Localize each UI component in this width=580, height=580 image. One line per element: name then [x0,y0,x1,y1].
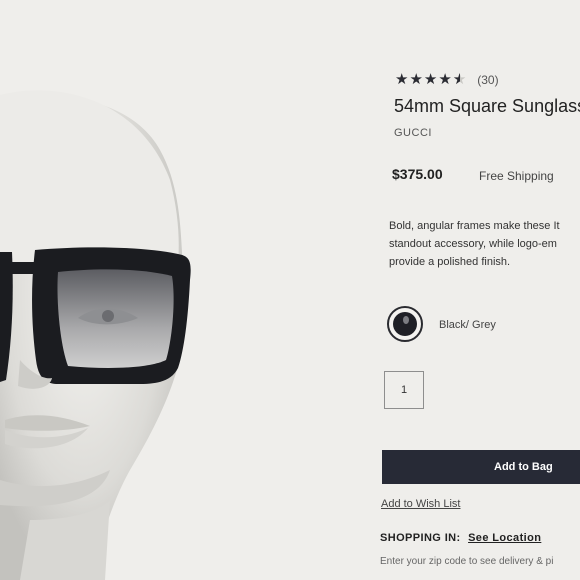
product-price: $375.00 [392,166,443,182]
review-count-link[interactable]: (30) [477,73,498,87]
shipping-location-label: SHOPPING IN: [380,532,461,544]
zip-code-hint: Enter your zip code to see delivery & pi [380,556,554,567]
add-to-wishlist-link[interactable]: Add to Wish List [381,498,460,510]
rating-row[interactable]: ★ ★ ★ ★ ★ (30) [395,71,499,89]
mannequin-illustration [0,0,370,580]
description-line: standout accessory, while logo-em [389,238,557,250]
shipping-info: Free Shipping [479,169,554,183]
star-icon: ★ [395,71,409,88]
see-location-link[interactable]: See Location [468,532,541,544]
color-label: Black/ Grey [439,319,496,331]
product-description: Bold, angular frames make these It stand… [389,217,580,271]
description-line: provide a polished finish. [389,256,511,268]
color-swatch[interactable] [387,306,423,342]
product-info-panel: ★ ★ ★ ★ ★ (30) 54mm Square Sunglass GUCC… [380,0,580,580]
star-icon: ★ [438,71,452,88]
shipping-location: SHOPPING IN: See Location [380,532,541,544]
quantity-input[interactable] [384,371,424,409]
star-icon: ★ [423,71,438,88]
add-to-bag-button[interactable]: Add to Bag [382,450,580,484]
swatch-sunglasses-icon [393,312,417,336]
star-rating: ★ ★ ★ ★ ★ [395,71,467,89]
star-icon: ★ [409,71,423,88]
description-line: Bold, angular frames make these It [389,220,560,232]
product-title: 54mm Square Sunglass [394,96,580,116]
brand-link[interactable]: GUCCI [394,127,432,139]
half-star-icon: ★ [453,72,466,89]
product-image[interactable] [0,0,370,580]
